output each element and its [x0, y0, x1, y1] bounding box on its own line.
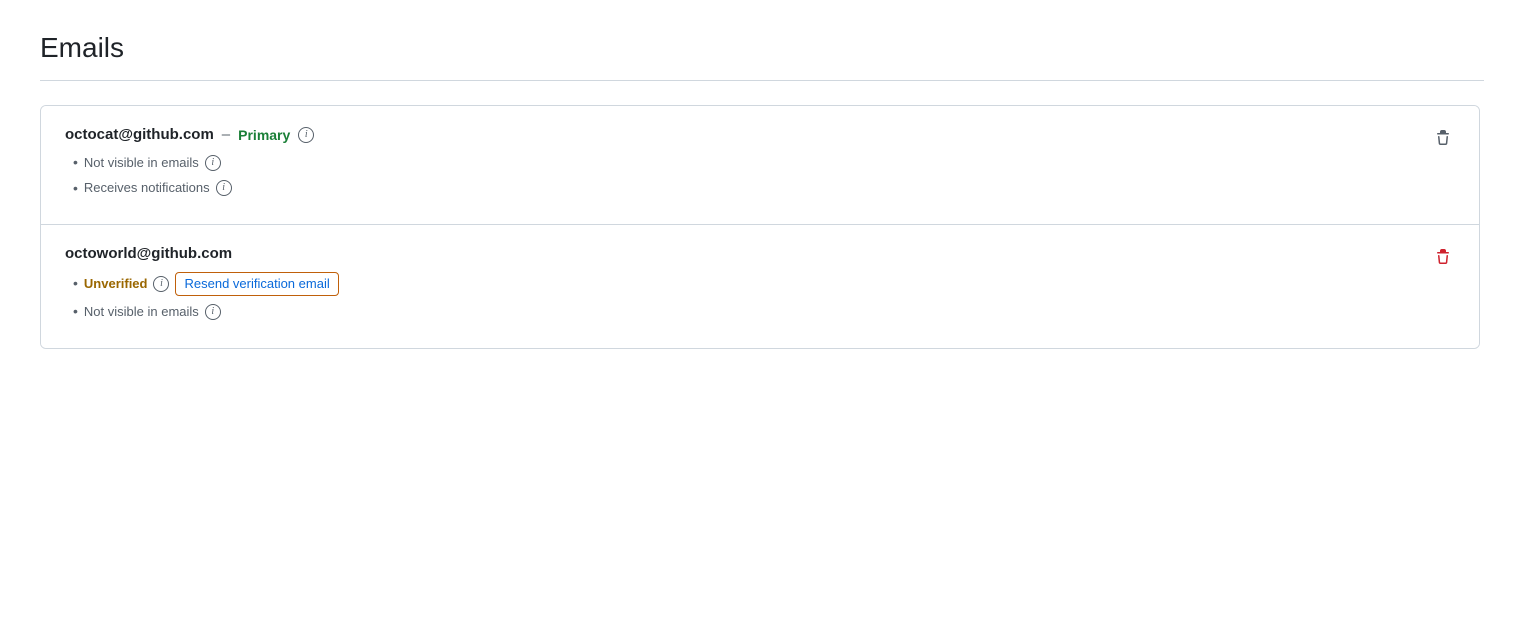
primary-detail-visibility: Not visible in emails i	[73, 153, 1455, 173]
trash-icon	[1435, 130, 1451, 149]
unverified-label: Unverified	[84, 275, 148, 293]
email-item-primary: octocat@github.com – Primary i Not visib…	[41, 106, 1479, 225]
email-separator: –	[222, 126, 230, 143]
visibility-info-icon[interactable]: i	[205, 155, 221, 171]
primary-visibility-text: Not visible in emails	[84, 154, 199, 172]
email-header-secondary: octoworld@github.com	[65, 245, 1455, 262]
email-item-secondary: octoworld@github.com Unverified i Resend…	[41, 225, 1479, 348]
primary-badge: Primary	[238, 127, 290, 143]
secondary-detail-unverified: Unverified i Resend verification email	[73, 272, 1455, 296]
page-title: Emails	[40, 32, 1484, 64]
delete-primary-button[interactable]	[1431, 126, 1455, 153]
secondary-detail-visibility: Not visible in emails i	[73, 302, 1455, 322]
email-address-row-secondary: octoworld@github.com	[65, 245, 232, 262]
secondary-visibility-text: Not visible in emails	[84, 303, 199, 321]
delete-secondary-button[interactable]	[1431, 245, 1455, 272]
section-divider	[40, 80, 1484, 81]
trash-icon-danger	[1435, 249, 1451, 268]
email-header-primary: octocat@github.com – Primary i	[65, 126, 1455, 143]
email-address-row-primary: octocat@github.com – Primary i	[65, 126, 314, 143]
primary-email-details: Not visible in emails i Receives notific…	[73, 153, 1455, 198]
secondary-email-address: octoworld@github.com	[65, 245, 232, 262]
primary-notifications-text: Receives notifications	[84, 179, 210, 197]
notifications-info-icon[interactable]: i	[216, 180, 232, 196]
secondary-visibility-info-icon[interactable]: i	[205, 304, 221, 320]
email-list: octocat@github.com – Primary i Not visib…	[40, 105, 1480, 349]
unverified-info-icon[interactable]: i	[153, 276, 169, 292]
primary-email-address: octocat@github.com	[65, 126, 214, 143]
resend-verification-link[interactable]: Resend verification email	[175, 272, 338, 296]
secondary-email-details: Unverified i Resend verification email N…	[73, 272, 1455, 322]
primary-detail-notifications: Receives notifications i	[73, 179, 1455, 199]
primary-info-icon[interactable]: i	[298, 127, 314, 143]
